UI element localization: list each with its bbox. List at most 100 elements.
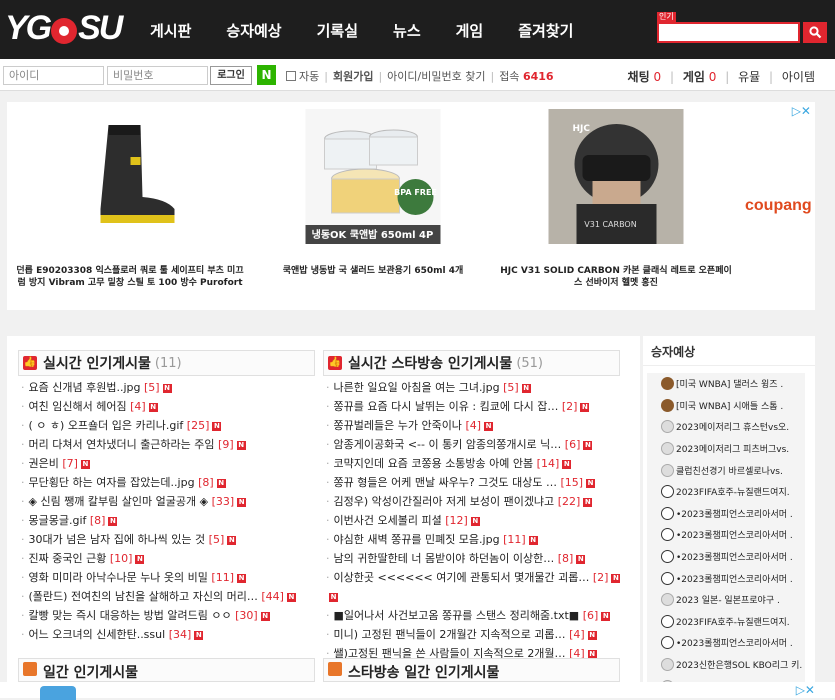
post-item[interactable]: · 무단횡단 하는 여자를 잡았는데..jpg [8] N — [18, 473, 315, 492]
post-title[interactable]: ■일어나서 사건보고옴 쫑뀨를 스탠스 정리해줌.txt■ — [334, 609, 580, 622]
post-item[interactable]: · 진짜 중국인 근황 [10] N — [18, 549, 315, 568]
star-broadcast-header[interactable]: 👍 실시간 스타방송 인기게시물 (51) — [323, 350, 620, 376]
post-title[interactable]: 쫑뀨벌레들은 누가 안죽이나 — [334, 419, 462, 432]
ad-card-boots[interactable]: 던롭 E90203308 익스플로러 쿼로 툴 세이프티 부츠 미끄럼 방지 V… — [10, 105, 250, 307]
realtime-popular-header[interactable]: 👍 실시간 인기게시물 (11) — [18, 350, 315, 376]
post-item[interactable]: · 영화 미미라 아낙수나문 누나 옷의 비밀 [11] N — [18, 568, 315, 587]
post-title[interactable]: 쫑뀨를 요즘 다시 날뛰는 이유 : 킴쿄에 다시 잡… — [334, 400, 559, 413]
auto-login-checkbox[interactable] — [286, 71, 296, 81]
search-button[interactable] — [803, 22, 827, 43]
site-logo[interactable]: YG SU — [5, 8, 123, 48]
password-input[interactable]: 비밀번호 — [107, 66, 208, 85]
naver-login-button[interactable]: N — [257, 65, 276, 85]
post-title[interactable]: 남의 귀한딸한테 너 몸받이야 하던놈이 이상한… — [334, 552, 555, 565]
post-item[interactable]: · 이상한곳 <<<<<< 여기에 관통되서 몇개물간 괴롭… [2] N — [323, 568, 620, 587]
post-title[interactable]: 영화 미미라 아낙수나문 누나 옷의 비밀 — [29, 571, 208, 584]
search-input[interactable] — [657, 22, 800, 43]
bottom-ad-banner[interactable]: ▷✕ — [0, 682, 835, 700]
prediction-item[interactable]: [미국 WNBA] 시애틀 스톰 . — [647, 394, 805, 417]
post-item[interactable]: · 요즘 신개념 후원법..jpg [5] N — [18, 378, 315, 397]
post-title[interactable]: 칼빵 맞는 즉시 대응하는 방법 알려드림 ㅇㅇ — [29, 609, 232, 622]
post-title[interactable]: ◈ 신림 쨍깨 칼부림 살인마 얼굴공개 ◈ — [29, 495, 209, 508]
prediction-item[interactable]: •2023롤챔피언스코리아서머 . — [647, 545, 805, 568]
post-item[interactable]: · 30대가 넘은 남자 집에 하나씩 있는 것 [5] N — [18, 530, 315, 549]
nav-game[interactable]: 게임 — [456, 20, 484, 41]
post-title[interactable]: 코먁지인데 요즘 코쫑용 소통방송 아예 안봄 — [334, 457, 534, 470]
prediction-item[interactable]: 클럽친선경기 바르셀로나vs. — [647, 459, 805, 481]
post-title[interactable]: 어느 오크녀의 신세한탄..ssul — [29, 628, 166, 641]
prediction-item[interactable]: 2023 일본- 일본프로야구 . — [647, 588, 805, 611]
post-item[interactable]: · 미니) 고정된 팬닉들이 2개월간 지속적으로 괴롭… [4] N — [323, 625, 620, 644]
post-item[interactable]: · 야심한 새벽 쫑뀨를 민폐짓 모음.jpg [11] N — [323, 530, 620, 549]
post-title[interactable]: 이상한곳 <<<<<< 여기에 관통되서 몇개물간 괴롭… — [334, 571, 590, 584]
prediction-item[interactable]: 2023메이저리그 휴스턴vs오. — [647, 416, 805, 438]
post-title[interactable]: 암종게이공화국 <-- 이 통키 암종의쫑개시로 닉… — [334, 438, 562, 451]
prediction-item[interactable]: 2023FIFA호주-뉴질랜드여지. — [647, 480, 805, 503]
post-title[interactable]: 야심한 새벽 쫑뀨를 민폐짓 모음.jpg — [334, 533, 500, 546]
paid-link[interactable]: 유뮬 — [738, 70, 760, 84]
coupang-logo[interactable]: coupang — [745, 197, 812, 215]
post-title[interactable]: 몽글몽글.gif — [29, 514, 87, 527]
prediction-item[interactable]: •2023롤챔피언스코리아서머 . — [647, 502, 805, 525]
post-item[interactable]: · 여친 임신해서 헤어짐 [4] N — [18, 397, 315, 416]
ad-choices-icon[interactable]: ▷✕ — [796, 683, 815, 697]
prediction-item[interactable]: 2023메이저리그 피츠버그vs. — [647, 437, 805, 460]
prediction-item[interactable]: •2023롤챔피언스코리아서머 . — [647, 567, 805, 589]
find-account-link[interactable]: 아이디/비밀번호 찾기 — [387, 68, 485, 84]
post-title[interactable]: 무단횡단 하는 여자를 잡았는데..jpg — [29, 476, 195, 489]
post-title[interactable]: 미니) 고정된 팬닉들이 2개월간 지속적으로 괴롭… — [334, 628, 566, 641]
post-item[interactable]: · 몽글몽글.gif [8] N — [18, 511, 315, 530]
post-title[interactable]: ( ㅇ ㅎ) 오프숄더 입은 카리나.gif — [29, 419, 184, 432]
post-title[interactable]: 권은비 — [29, 457, 59, 470]
post-item[interactable]: · 쫑뀨벌레들은 누가 안죽이나 [4] N — [323, 416, 620, 435]
nav-news[interactable]: 뉴스 — [393, 20, 421, 41]
nav-board[interactable]: 게시판 — [150, 20, 191, 41]
nav-prediction[interactable]: 승자예상 — [226, 20, 281, 41]
post-title[interactable]: (폴란드) 전여친의 남친을 살해하고 자신의 머리… — [29, 590, 258, 603]
post-item[interactable]: · 어느 오크녀의 신세한탄..ssul [34] N — [18, 625, 315, 644]
post-item[interactable]: · 쫑뀨를 요즘 다시 날뛰는 이유 : 킴쿄에 다시 잡… [2] N — [323, 397, 620, 416]
post-item[interactable]: · 권은비 [7] N — [18, 454, 315, 473]
nav-records[interactable]: 기록실 — [317, 20, 358, 41]
post-title[interactable]: 요즘 신개념 후원법..jpg — [29, 381, 141, 394]
post-item[interactable]: · ■일어나서 사건보고옴 쫑뀨를 스탠스 정리해줌.txt■ [6] N — [323, 606, 620, 625]
post-item[interactable]: · 김정우) 악성이간질러아 저게 보성이 팬이겠냐고 [22] N — [323, 492, 620, 511]
post-item[interactable]: · 남의 귀한딸한테 너 몸받이야 하던놈이 이상한… [8] N — [323, 549, 620, 568]
post-title[interactable]: 쫑뀨 형들은 어케 맨날 싸우누? 그것도 대상도 … — [334, 476, 557, 489]
login-button[interactable]: 로그인 — [210, 66, 252, 85]
top-ad-banner[interactable]: 던롭 E90203308 익스플로러 쿼로 툴 세이프티 부츠 미끄럼 방지 V… — [7, 102, 815, 310]
post-item[interactable]: · 칼빵 맞는 즉시 대응하는 방법 알려드림 ㅇㅇ [30] N — [18, 606, 315, 625]
prediction-item[interactable]: 2023신한은행SOL KBO리그 키. — [647, 653, 805, 676]
post-item[interactable]: · 쫑뀨 형들은 어케 맨날 싸우누? 그것도 대상도 … [15] N — [323, 473, 620, 492]
post-item[interactable]: · ( ㅇ ㅎ) 오프숄더 입은 카리나.gif [25] N — [18, 416, 315, 435]
post-title[interactable]: 여친 임신해서 헤어짐 — [29, 400, 127, 413]
post-item[interactable]: · (폴란드) 전여친의 남친을 살해하고 자신의 머리… [44] N — [18, 587, 315, 606]
post-item[interactable]: · 암종게이공화국 <-- 이 통키 암종의쫑개시로 닉… [6] N — [323, 435, 620, 454]
post-title[interactable]: 김정우) 악성이간질러아 저게 보성이 팬이겠냐고 — [334, 495, 555, 508]
post-title[interactable]: 30대가 넘은 남자 집에 하나씩 있는 것 — [29, 533, 206, 546]
post-item[interactable]: · 머리 다쳐서 연차냈더니 출근하라는 주임 [9] N — [18, 435, 315, 454]
item-link[interactable]: 아이템 — [782, 70, 815, 84]
ad-card-container[interactable]: BPA FREE 냉동OK 쿡앤밥 650ml 4P 쿡앤밥 냉동밥 국 샐러드… — [253, 105, 493, 307]
join-link[interactable]: 회원가입 — [333, 68, 373, 84]
post-item[interactable]: · ◈ 신림 쨍깨 칼부림 살인마 얼굴공개 ◈ [33] N — [18, 492, 315, 511]
id-input[interactable]: 아이디 — [3, 66, 104, 85]
post-item[interactable]: · 코먁지인데 요즘 코쫑용 소통방송 아예 안봄 [14] N — [323, 454, 620, 473]
prediction-item[interactable]: •2023롤챔피언스코리아서머 . — [647, 632, 805, 654]
ad-choices-icon[interactable]: ▷✕ — [792, 104, 811, 118]
ad-card-helmet[interactable]: HJC V31 CARBON HJC V31 SOLID CARBON 카본 클… — [496, 105, 736, 307]
post-title[interactable]: 이번사건 오세볼리 피셜 — [334, 514, 442, 527]
chat-link[interactable]: 채팅 — [628, 70, 650, 84]
post-title[interactable]: 나른한 일요일 아침을 여는 그녀.jpg — [334, 381, 500, 394]
nav-favorites[interactable]: 즐겨찾기 — [518, 20, 573, 41]
game-link[interactable]: 게임 — [683, 70, 705, 84]
prediction-item[interactable]: 2023FIFA호주-뉴질랜드여지. — [647, 610, 805, 633]
post-title[interactable]: 진짜 중국인 근황 — [29, 552, 107, 565]
star-daily-popular-header[interactable]: 스타방송 일간 인기게시물 — [323, 658, 620, 682]
prediction-item[interactable]: •2023롤챔피언스코리아서머 . — [647, 524, 805, 546]
daily-popular-header[interactable]: 일간 인기게시물 — [18, 658, 315, 682]
post-item[interactable]: · 나른한 일요일 아침을 여는 그녀.jpg [5] N — [323, 378, 620, 397]
post-title[interactable]: 머리 다쳐서 연차냈더니 출근하라는 주임 — [29, 438, 215, 451]
prediction-item[interactable]: [미국 WNBA] 댈러스 윙즈 . — [647, 373, 805, 395]
post-item[interactable]: N — [323, 587, 620, 606]
